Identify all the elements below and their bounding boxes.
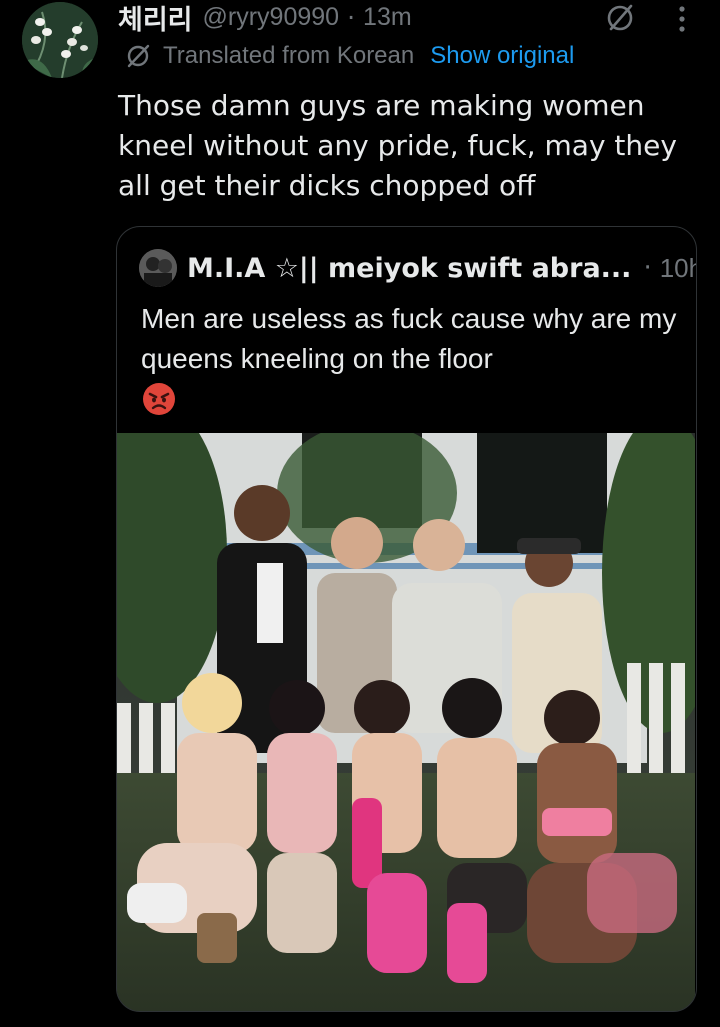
quoted-header: M.I.A ☆|| meiyok swift abra... · 10h xyxy=(187,249,696,287)
lily-of-the-valley-avatar-image xyxy=(22,2,98,78)
quoted-time[interactable]: 10h xyxy=(660,253,696,284)
tweet-page: 체리리 @ryry90990 · 13m Translated from Kor… xyxy=(0,0,720,1027)
separator-dot: · xyxy=(347,2,356,32)
tweet-text: Those damn guys are making women kneel w… xyxy=(118,89,686,202)
translation-bar: Translated from Korean Show original xyxy=(125,40,574,72)
show-original-link[interactable]: Show original xyxy=(430,42,574,70)
quoted-text: Men are useless as fuck cause why are my… xyxy=(141,303,677,374)
quoted-tweet[interactable]: M.I.A ☆|| meiyok swift abra... · 10h Men… xyxy=(116,226,697,1012)
user-avatar[interactable] xyxy=(22,2,98,78)
translate-icon xyxy=(127,44,150,68)
more-vertical-icon[interactable] xyxy=(676,4,688,34)
tweet-header: 체리리 @ryry90990 · 13m xyxy=(118,0,412,37)
display-name[interactable]: 체리리 xyxy=(118,0,193,37)
user-handle[interactable]: @ryry90990 xyxy=(203,3,340,32)
quoted-display-name[interactable]: M.I.A ☆|| meiyok swift abra... xyxy=(187,253,631,284)
separator-dot: · xyxy=(643,253,652,283)
translated-label: Translated from Korean xyxy=(163,42,415,69)
quoted-photo[interactable] xyxy=(117,433,695,1011)
angry-face-emoji-icon xyxy=(141,381,177,417)
grok-icon[interactable] xyxy=(604,2,636,34)
tweet-time[interactable]: 13m xyxy=(363,3,412,32)
group-photo-image xyxy=(117,433,695,1011)
quoted-user-avatar[interactable] xyxy=(139,249,177,287)
